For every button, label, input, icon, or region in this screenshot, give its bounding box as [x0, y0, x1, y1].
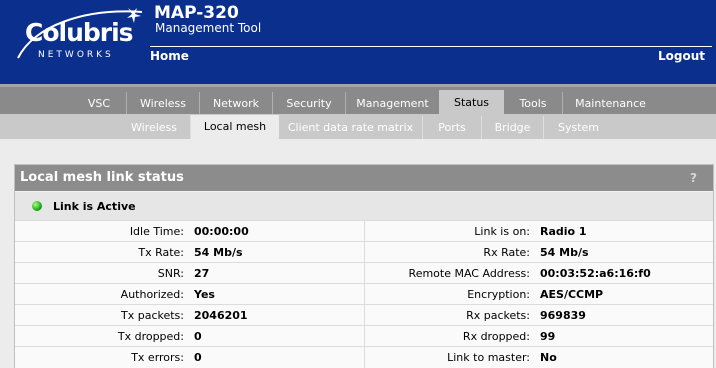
- stat-value: Yes: [191, 283, 365, 305]
- stat-value: 0: [191, 325, 365, 347]
- link-stats-table: Idle Time: 00:00:00 Link is on: Radio 1 Tx R…: [15, 220, 713, 368]
- stat-label: Rx Rate:: [364, 241, 537, 263]
- main-nav: VSC Wireless Network Security Management…: [0, 84, 716, 117]
- link-status-text: Link is Active: [53, 200, 136, 213]
- table-row: Idle Time: 00:00:00 Link is on: Radio 1: [15, 220, 713, 242]
- table-row: Tx packets: 2046201 Rx packets: 969839: [15, 304, 713, 326]
- stat-value: 00:03:52:a6:16:f0: [537, 262, 713, 284]
- stat-label: Encryption:: [364, 283, 537, 305]
- subtab-system[interactable]: System: [543, 116, 613, 139]
- home-link[interactable]: Home: [150, 49, 189, 63]
- stat-value: No: [537, 346, 713, 368]
- local-mesh-status-panel: Local mesh link status ? Link is Active …: [14, 164, 714, 368]
- stat-value: 0: [191, 346, 365, 368]
- subtab-wireless[interactable]: Wireless: [118, 116, 190, 139]
- subtab-client-data-rate-matrix[interactable]: Client data rate matrix: [279, 116, 422, 139]
- table-row: Tx Rate: 54 Mb/s Rx Rate: 54 Mb/s: [15, 241, 713, 263]
- stat-value: 54 Mb/s: [537, 241, 713, 263]
- table-row: SNR: 27 Remote MAC Address: 00:03:52:a6:16:…: [15, 262, 713, 284]
- link-status-row: Link is Active: [15, 192, 713, 220]
- colubris-logo: Colubris NETWORKS: [14, 6, 144, 70]
- stat-value: 27: [191, 262, 365, 284]
- logout-link[interactable]: Logout: [658, 49, 705, 63]
- table-row: Authorized: Yes Encryption: AES/CCMP: [15, 283, 713, 305]
- stat-label: Tx packets:: [15, 304, 191, 326]
- header: Colubris NETWORKS MAP-320 Management Too…: [0, 0, 716, 84]
- subtab-bridge[interactable]: Bridge: [481, 116, 543, 139]
- subtab-local-mesh[interactable]: Local mesh: [190, 115, 279, 139]
- stat-value: 969839: [537, 304, 713, 326]
- table-row: Tx dropped: 0 Rx dropped: 99: [15, 325, 713, 347]
- stat-label: Authorized:: [15, 283, 191, 305]
- stat-value: 99: [537, 325, 713, 347]
- stat-label: Rx dropped:: [364, 325, 537, 347]
- stat-label: Tx Rate:: [15, 241, 191, 263]
- logo-subtext: NETWORKS: [38, 50, 114, 60]
- stat-label: SNR:: [15, 262, 191, 284]
- help-icon[interactable]: ?: [690, 165, 697, 191]
- stat-label: Tx errors:: [15, 346, 191, 368]
- stat-label: Tx dropped:: [15, 325, 191, 347]
- stat-label: Remote MAC Address:: [364, 262, 537, 284]
- stat-value: AES/CCMP: [537, 283, 713, 305]
- tab-status[interactable]: Status: [439, 90, 504, 117]
- panel-title: Local mesh link status ?: [15, 165, 713, 191]
- stat-value: 54 Mb/s: [191, 241, 365, 263]
- stat-label: Link to master:: [364, 346, 537, 368]
- stat-value: 2046201: [191, 304, 365, 326]
- product-subtitle: Management Tool: [155, 21, 262, 35]
- sub-nav: Wireless Local mesh Client data rate mat…: [0, 114, 716, 139]
- header-divider: [150, 46, 712, 47]
- table-row: Tx errors: 0 Link to master: No: [15, 346, 713, 368]
- stat-value: Radio 1: [537, 220, 713, 242]
- stat-value: 00:00:00: [191, 220, 365, 242]
- logo-name: Colubris: [25, 18, 134, 47]
- status-led-icon: [32, 201, 42, 211]
- stat-label: Link is on:: [364, 220, 537, 242]
- product-name: MAP-320: [154, 3, 239, 23]
- subtab-ports[interactable]: Ports: [422, 116, 481, 139]
- stat-label: Rx packets:: [364, 304, 537, 326]
- stat-label: Idle Time:: [15, 220, 191, 242]
- panel-title-text: Local mesh link status: [20, 170, 184, 185]
